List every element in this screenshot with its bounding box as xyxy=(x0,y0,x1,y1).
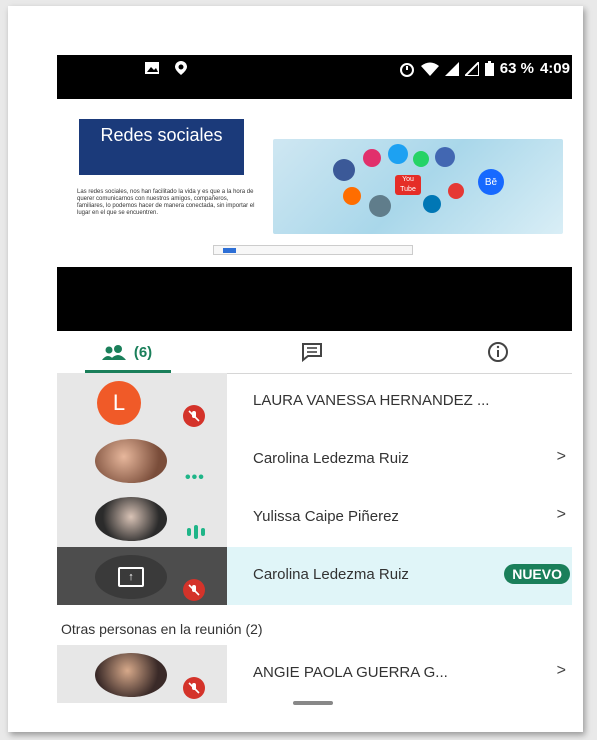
people-count: (6) xyxy=(133,343,153,361)
more-dots-icon: ••• xyxy=(185,469,205,486)
participant-row[interactable]: L LAURA VANESSA HERNANDEZ ... xyxy=(57,373,572,431)
muted-mic-icon xyxy=(183,677,205,699)
youtube-label: You Tube xyxy=(395,175,421,195)
battery-percent: 63 % xyxy=(499,60,534,77)
muted-mic-icon xyxy=(183,579,205,601)
chat-icon xyxy=(302,343,322,362)
present-screen-icon: ↑ xyxy=(118,567,144,587)
participant-row-presenting[interactable]: ↑ Carolina Ledezma Ruiz NUEVO xyxy=(57,547,572,605)
muted-mic-icon xyxy=(183,405,205,427)
phone-screen: 63 % 4:09 Redes sociales Las redes socia… xyxy=(57,55,572,705)
screen-share-avatar: ↑ xyxy=(95,555,167,599)
battery-icon xyxy=(484,61,494,76)
location-icon xyxy=(175,61,187,75)
tab-people[interactable]: (6) xyxy=(87,331,167,373)
chevron-right-icon[interactable]: > xyxy=(557,448,566,466)
new-badge: NUEVO xyxy=(504,564,570,584)
tab-chat[interactable] xyxy=(287,331,337,373)
social-media-icons-image: Bē You Tube xyxy=(273,139,563,234)
alarm-icon xyxy=(399,62,414,77)
avatar xyxy=(95,439,167,483)
avatar xyxy=(95,497,167,541)
participant-tile: L xyxy=(57,373,227,431)
signal-icon-2 xyxy=(464,61,479,76)
meeting-tabs: (6) xyxy=(57,331,572,374)
screenshot-frame: 63 % 4:09 Redes sociales Las redes socia… xyxy=(8,6,583,732)
slide-caption-bar xyxy=(213,245,413,255)
participant-tile: ••• xyxy=(57,431,227,489)
slide-title: Redes sociales xyxy=(79,119,244,175)
behance-label: Bē xyxy=(478,169,504,195)
video-area xyxy=(57,267,572,331)
participant-tile: ↑ xyxy=(57,547,227,605)
participant-tile xyxy=(57,489,227,547)
others-section-title: Otras personas en la reunión (2) xyxy=(61,621,263,637)
signal-icon xyxy=(444,61,459,76)
avatar: L xyxy=(97,381,141,425)
people-icon xyxy=(101,345,126,360)
participant-name: Yulissa Caipe Piñerez xyxy=(253,508,399,525)
participant-name: Carolina Ledezma Ruiz xyxy=(253,450,409,467)
participant-name: Carolina Ledezma Ruiz xyxy=(253,566,409,583)
info-icon xyxy=(488,342,508,362)
clock: 4:09 xyxy=(539,60,570,77)
slide-text: Las redes sociales, nos han facilitado l… xyxy=(77,189,255,216)
chevron-right-icon[interactable]: > xyxy=(557,506,566,524)
status-bar: 63 % 4:09 xyxy=(57,55,572,99)
gesture-nav-handle[interactable] xyxy=(293,701,333,705)
wifi-icon xyxy=(420,62,439,76)
participant-row[interactable]: ••• Carolina Ledezma Ruiz > xyxy=(57,431,572,489)
participant-name: LAURA VANESSA HERNANDEZ ... xyxy=(253,392,490,409)
tab-info[interactable] xyxy=(473,331,523,373)
participant-tile xyxy=(57,645,227,703)
participant-row[interactable]: Yulissa Caipe Piñerez > xyxy=(57,489,572,547)
chevron-right-icon[interactable]: > xyxy=(557,662,566,680)
presentation-slide: Redes sociales Las redes sociales, nos h… xyxy=(57,99,572,267)
image-notification-icon xyxy=(145,62,159,74)
participant-row[interactable]: ANGIE PAOLA GUERRA G... > xyxy=(57,645,572,703)
avatar xyxy=(95,653,167,697)
participant-name: ANGIE PAOLA GUERRA G... xyxy=(253,664,448,681)
speaking-indicator-icon xyxy=(187,525,205,539)
